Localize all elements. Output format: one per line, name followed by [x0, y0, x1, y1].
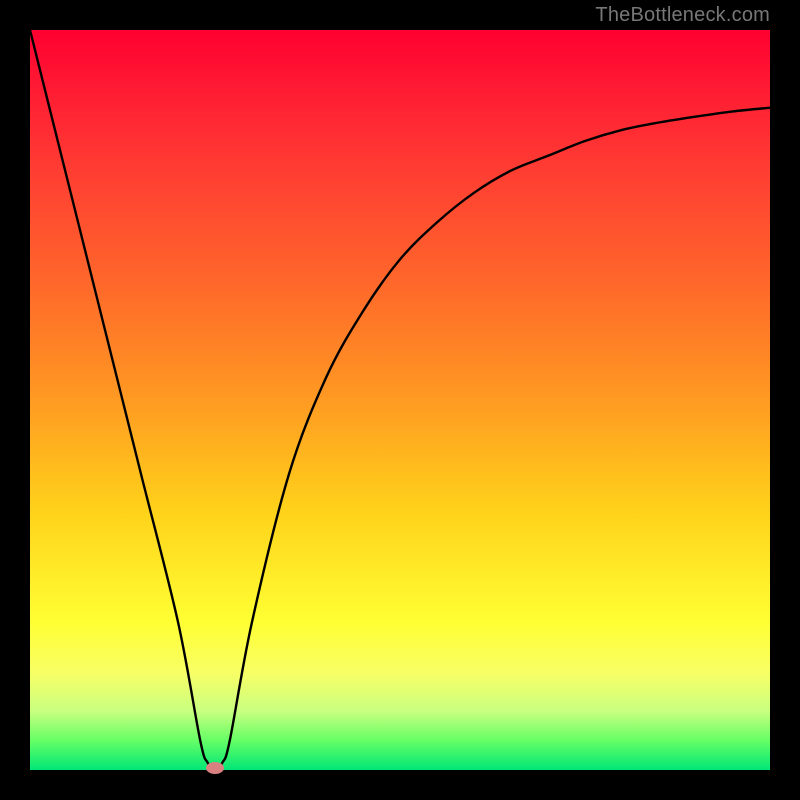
plot-area [30, 30, 770, 770]
watermark-text: TheBottleneck.com [595, 4, 770, 27]
curve-svg [30, 30, 770, 770]
bottleneck-curve [30, 30, 770, 770]
minimum-marker [206, 762, 224, 774]
chart-frame: TheBottleneck.com [0, 0, 800, 800]
